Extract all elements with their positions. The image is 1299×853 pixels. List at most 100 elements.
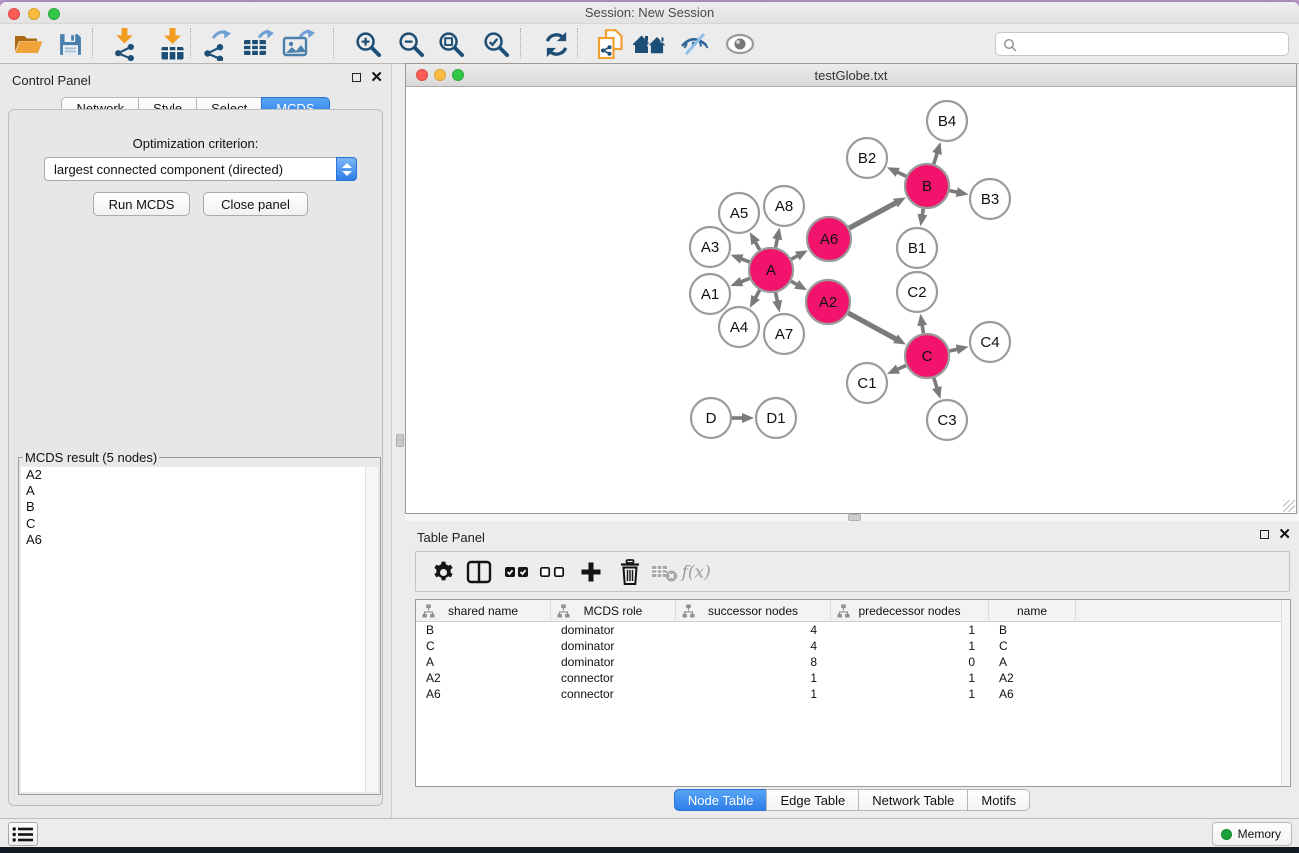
graph-node-C[interactable]: C [905, 334, 949, 378]
import-table-icon[interactable] [154, 27, 190, 61]
save-icon[interactable] [52, 27, 88, 61]
graph-node-B3[interactable]: B3 [970, 179, 1010, 219]
graph-node-A4[interactable]: A4 [719, 307, 759, 347]
graph-edge-A-A3[interactable] [740, 258, 750, 262]
graph-node-C1[interactable]: C1 [847, 363, 887, 403]
float-panel-icon[interactable] [1260, 530, 1269, 539]
mcds-result-item[interactable]: A [21, 483, 378, 499]
tab-edge-table[interactable]: Edge Table [766, 789, 859, 811]
graph-node-A6[interactable]: A6 [807, 217, 851, 261]
delete-icon[interactable] [613, 557, 647, 587]
columns-icon[interactable] [462, 557, 496, 587]
column-header-name[interactable]: name [989, 600, 1076, 622]
float-panel-icon[interactable] [352, 73, 361, 82]
memory-button[interactable]: Memory [1212, 822, 1292, 846]
graph-node-B2[interactable]: B2 [847, 138, 887, 178]
graph-node-A8[interactable]: A8 [764, 186, 804, 226]
run-mcds-button[interactable]: Run MCDS [93, 192, 190, 216]
open-folder-icon[interactable] [10, 27, 46, 61]
graph-node-A1[interactable]: A1 [690, 274, 730, 314]
divider-handle[interactable] [396, 434, 404, 447]
table-row[interactable]: A2connector11A2 [416, 670, 1290, 686]
graph-edge-A-A6[interactable] [791, 255, 799, 259]
graph-node-C4[interactable]: C4 [970, 322, 1010, 362]
select-all-icon[interactable] [500, 557, 534, 587]
scrollbar-track[interactable] [1281, 600, 1290, 786]
close-panel-icon[interactable]: ✕ [370, 72, 383, 83]
graph-edge-C-C1[interactable] [896, 365, 906, 369]
table-row[interactable]: Adominator80A [416, 654, 1290, 670]
vertical-split-divider[interactable] [392, 64, 405, 818]
graph-edge-B-B4[interactable] [934, 152, 938, 164]
graph-edge-B-B3[interactable] [950, 191, 959, 193]
tab-node-table[interactable]: Node Table [674, 789, 768, 811]
zoom-fit-icon[interactable] [433, 27, 469, 61]
refresh-icon[interactable] [538, 27, 574, 61]
graph-node-A2[interactable]: A2 [806, 280, 850, 324]
graph-edge-A-A8[interactable] [776, 237, 778, 247]
graph-node-A3[interactable]: A3 [690, 227, 730, 267]
dropdown-stepper-icon[interactable] [336, 157, 357, 181]
add-icon[interactable] [574, 557, 608, 587]
task-history-button[interactable] [8, 822, 38, 846]
zoom-in-icon[interactable] [350, 27, 386, 61]
search-field[interactable] [995, 32, 1289, 56]
graph-edge-A-A4[interactable] [755, 290, 760, 299]
graph-edge-B-B1[interactable] [922, 209, 923, 217]
graph-node-C2[interactable]: C2 [897, 272, 937, 312]
graph-node-D[interactable]: D [691, 398, 731, 438]
graph-node-B1[interactable]: B1 [897, 228, 937, 268]
graph-edge-A2-C[interactable] [848, 313, 897, 340]
hide-details-icon[interactable] [676, 27, 712, 61]
graph-node-C3[interactable]: C3 [927, 400, 967, 440]
column-header-MCDS-role[interactable]: MCDS role [551, 600, 676, 622]
home-icon[interactable] [632, 27, 668, 61]
divider-handle[interactable] [848, 514, 861, 521]
graph-edge-A-A2[interactable] [791, 281, 798, 285]
table-row[interactable]: Cdominator41C [416, 638, 1290, 654]
graph-edge-C-C2[interactable] [922, 324, 924, 334]
graph-node-B4[interactable]: B4 [927, 101, 967, 141]
tab-motifs[interactable]: Motifs [967, 789, 1030, 811]
graph-edge-C-C4[interactable] [949, 349, 958, 351]
column-header-shared-name[interactable]: shared name [416, 600, 551, 622]
mcds-result-item[interactable]: A6 [21, 532, 378, 548]
horizontal-split-divider[interactable] [405, 514, 1299, 521]
graph-node-B[interactable]: B [905, 164, 949, 208]
network-canvas[interactable]: A A1 A2 A3 A4 A5 A6 A7 A8 B B1 B2 B3B4 C C1 C2 C3C4 D D1 [406, 87, 1296, 513]
graph-edge-A6-B[interactable] [849, 202, 897, 228]
export-table-icon[interactable] [240, 27, 276, 61]
export-network-icon[interactable] [198, 27, 234, 61]
close-panel-button[interactable]: Close panel [203, 192, 308, 216]
table-row[interactable]: Bdominator41B [416, 622, 1290, 638]
settings-gear-icon[interactable] [426, 557, 460, 587]
graph-node-A[interactable]: A [749, 248, 793, 292]
zoom-out-icon[interactable] [393, 27, 429, 61]
resize-grip[interactable] [1283, 500, 1295, 512]
deselect-all-icon[interactable] [535, 557, 569, 587]
graph-edge-C-C3[interactable] [934, 378, 938, 390]
column-header-successor-nodes[interactable]: successor nodes [676, 600, 831, 622]
scrollbar-track[interactable] [365, 467, 378, 792]
graph-edge-A-A5[interactable] [755, 241, 760, 250]
tab-network-table[interactable]: Network Table [858, 789, 968, 811]
graph-node-A5[interactable]: A5 [719, 193, 759, 233]
mcds-result-item[interactable]: B [21, 499, 378, 515]
column-header-predecessor-nodes[interactable]: predecessor nodes [831, 600, 989, 622]
graph-edge-A-A7[interactable] [776, 293, 778, 303]
mcds-result-item[interactable]: C [21, 516, 378, 532]
duplicate-network-icon[interactable] [592, 27, 628, 61]
graph-edge-B-B2[interactable] [896, 172, 906, 177]
search-input[interactable] [1020, 34, 1282, 54]
show-details-icon[interactable] [722, 27, 758, 61]
graph-node-D1[interactable]: D1 [756, 398, 796, 438]
close-panel-icon[interactable]: ✕ [1278, 529, 1291, 540]
table-row[interactable]: A6connector11A6 [416, 686, 1290, 702]
mcds-result-item[interactable]: A2 [21, 467, 378, 483]
export-image-icon[interactable] [280, 27, 316, 61]
zoom-selected-icon[interactable] [478, 27, 514, 61]
criterion-dropdown[interactable]: largest connected component (directed) [44, 157, 357, 181]
import-network-icon[interactable] [106, 27, 142, 61]
graph-edge-A-A1[interactable] [740, 278, 750, 282]
graph-node-A7[interactable]: A7 [764, 314, 804, 354]
